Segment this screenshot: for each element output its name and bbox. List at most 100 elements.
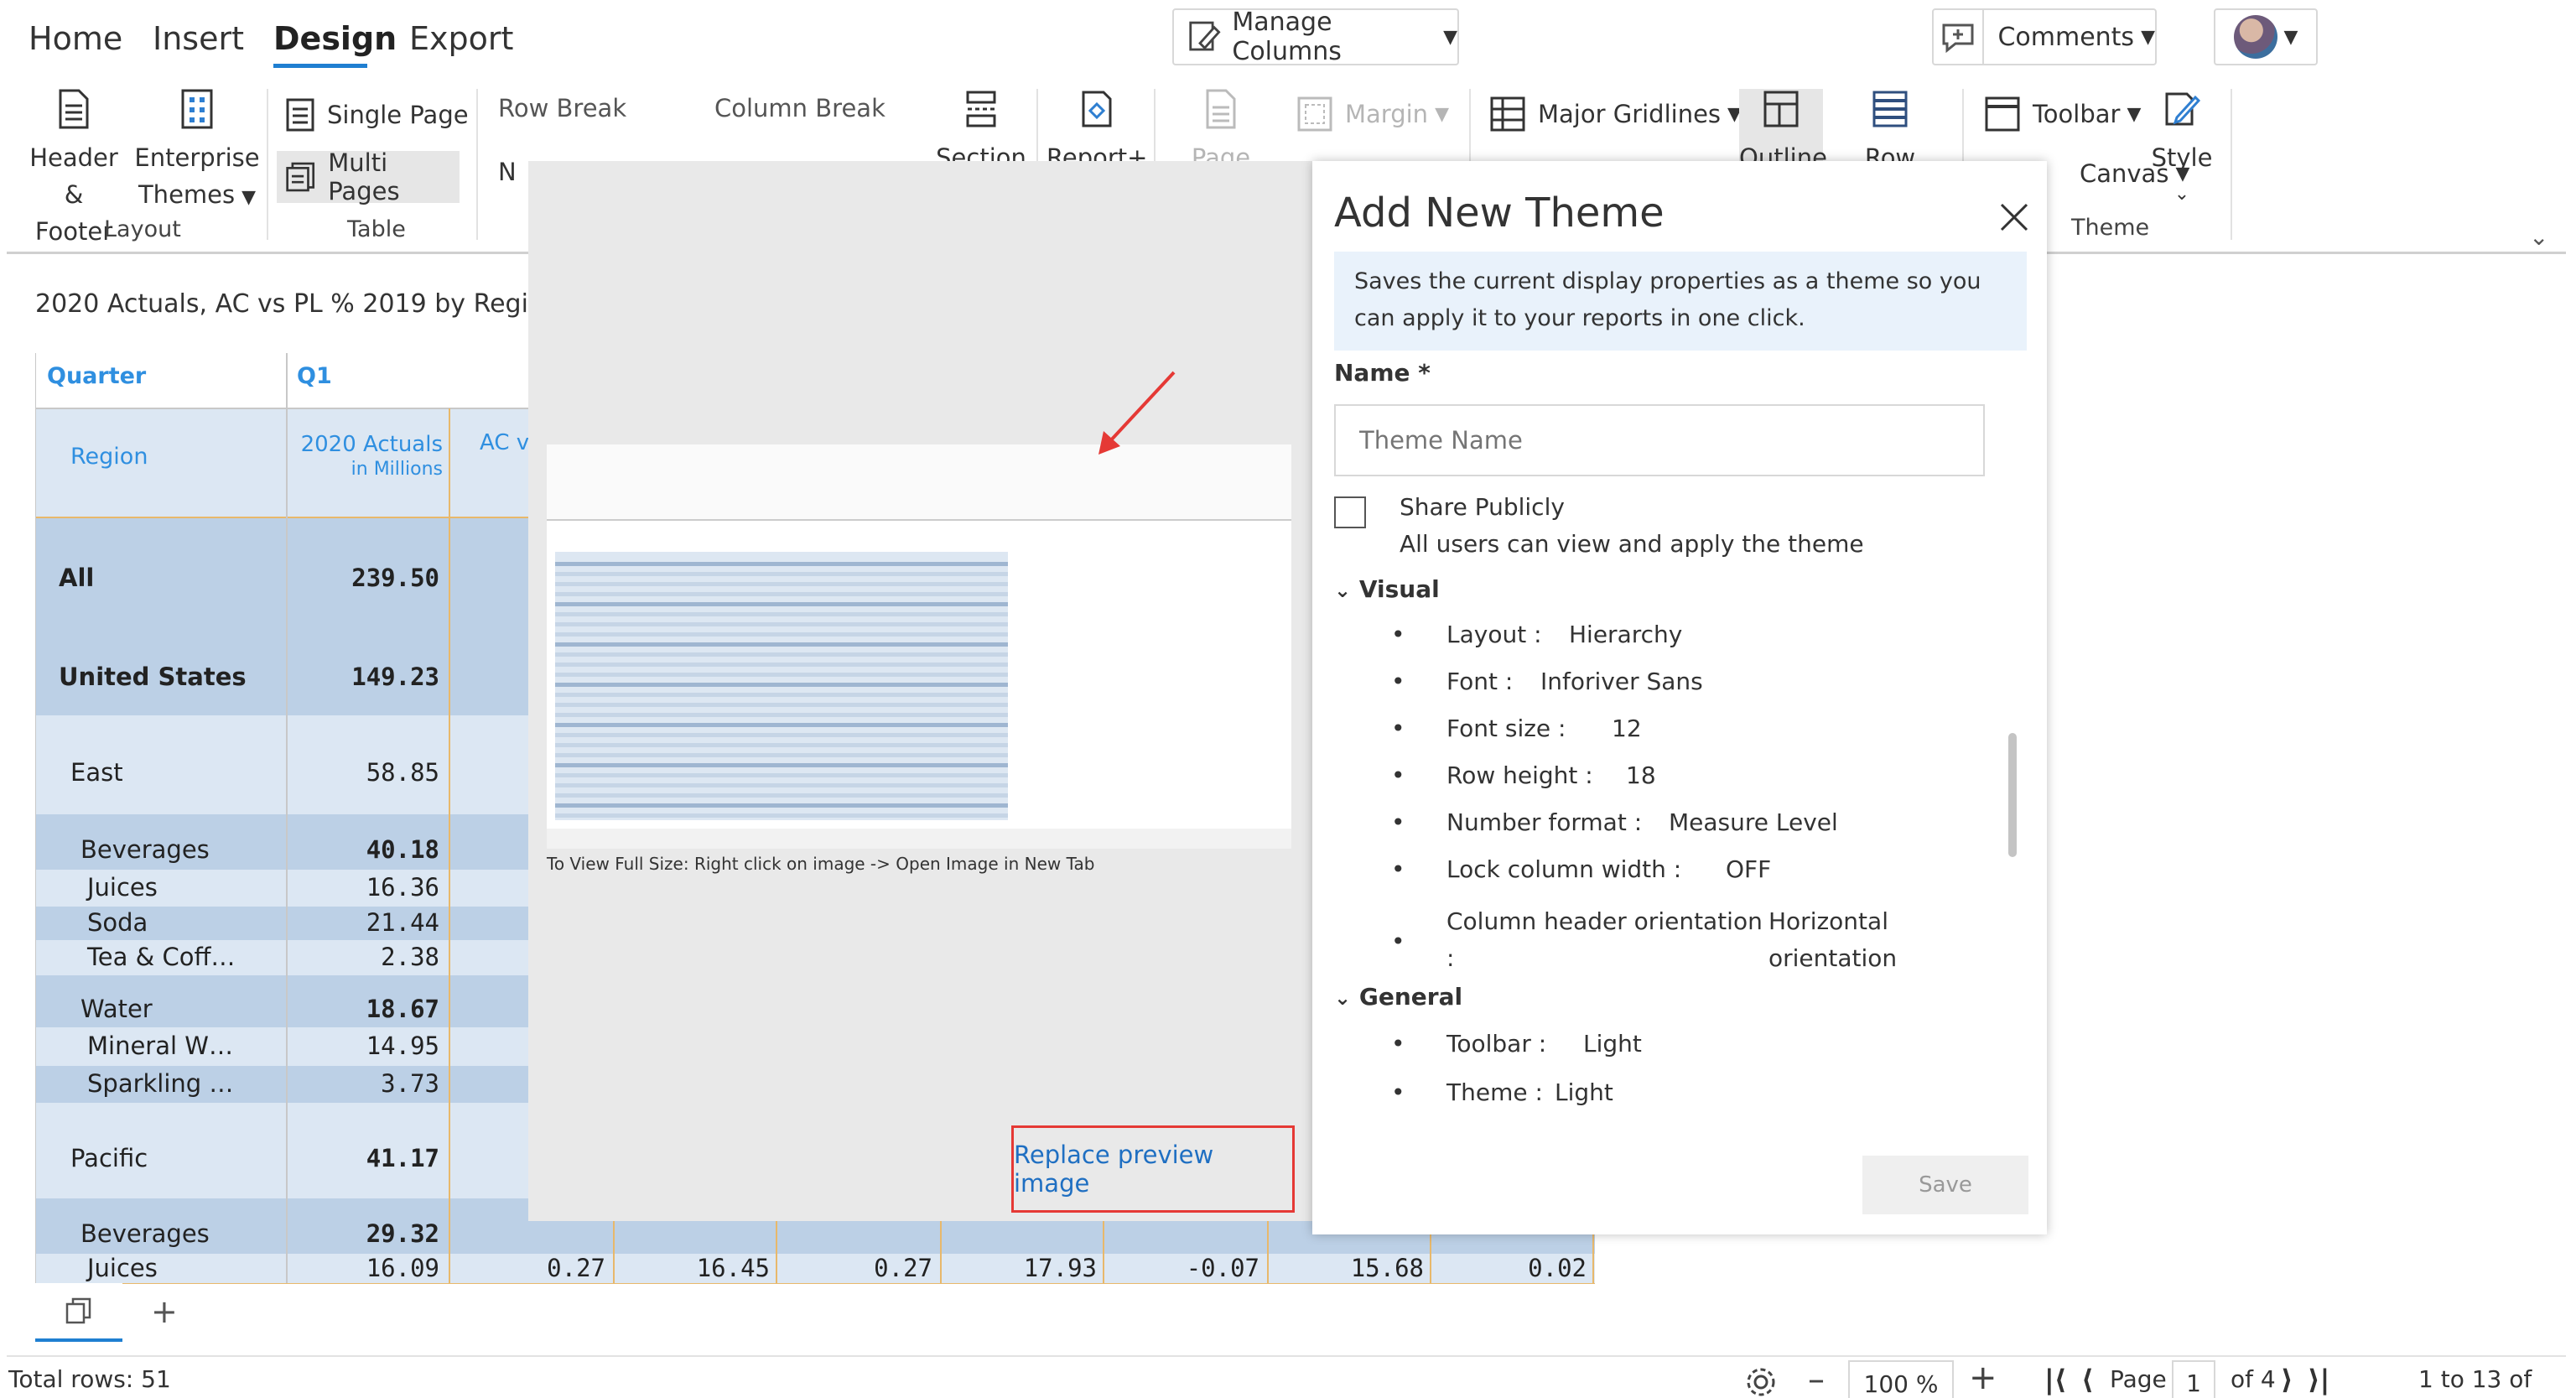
row-value[interactable]: 0.27 — [782, 1254, 932, 1282]
row-value[interactable]: 3.73 — [297, 1069, 439, 1098]
toolbar-button[interactable]: Toolbar ▼ — [1984, 96, 2141, 133]
comments-label: Comments — [1997, 22, 2135, 52]
user-menu-button[interactable]: ▼ — [2214, 8, 2318, 65]
row-value[interactable]: 16.36 — [297, 873, 439, 902]
row-value[interactable]: 18.67 — [297, 995, 439, 1023]
theme-name-input[interactable] — [1334, 404, 1985, 476]
ac-vs-header[interactable]: AC v — [480, 430, 529, 455]
theme-preview-area: To View Full Size: Right click on image … — [528, 161, 1312, 1221]
chevron-down-icon: ▼ — [242, 187, 257, 208]
first-page-icon[interactable]: |⟨ — [2044, 1364, 2066, 1395]
prop-value: Light — [1555, 1078, 1613, 1106]
top-menu-bar: Home Insert Design Export Manage Columns… — [0, 0, 2576, 75]
row-label[interactable]: All — [59, 564, 94, 592]
column-break-label: Column Break — [714, 94, 886, 122]
prop-key: Number format : — [1446, 808, 1643, 836]
chevron-down-icon: ⌄ — [1334, 986, 1352, 1010]
row-label[interactable]: Beverages — [80, 835, 210, 864]
row-value[interactable]: 16.45 — [619, 1254, 770, 1282]
style-icon — [2165, 92, 2201, 126]
row-label[interactable]: Beverages — [80, 1219, 210, 1248]
row-label[interactable]: United States — [59, 663, 247, 691]
row-value[interactable]: -0.07 — [1109, 1254, 1259, 1282]
page-number-input[interactable]: 1 — [2172, 1360, 2215, 1398]
zoom-out-icon[interactable]: – — [1808, 1360, 1825, 1398]
style-button[interactable]: Style ⌄ — [2140, 89, 2224, 213]
save-button[interactable]: Save — [1862, 1156, 2028, 1214]
row-label[interactable]: Pacific — [70, 1144, 148, 1172]
row-value[interactable]: 14.95 — [297, 1032, 439, 1060]
row-break-select[interactable]: N — [498, 151, 532, 193]
menu-insert[interactable]: Insert — [153, 20, 244, 57]
previous-page-icon[interactable]: ⟨ — [2081, 1364, 2094, 1395]
manage-columns-button[interactable]: Manage Columns ▼ — [1172, 8, 1459, 66]
preview-thumbnail[interactable] — [547, 444, 1291, 849]
margin-button[interactable]: Margin ▼ — [1296, 96, 1449, 133]
row-label[interactable]: East — [70, 758, 123, 787]
row-value[interactable]: 29.32 — [297, 1219, 439, 1248]
enterprise-label-1: Enterprise — [134, 143, 260, 172]
row-value[interactable]: 149.23 — [297, 663, 439, 691]
chevron-down-icon: ▼ — [2127, 103, 2142, 125]
thumbnail-row — [555, 572, 1008, 576]
scrollbar-thumb[interactable] — [2008, 733, 2017, 857]
row-label[interactable]: Tea & Coff… — [87, 943, 235, 971]
next-page-icon[interactable]: ⟩ — [2281, 1364, 2293, 1395]
visual-section-toggle[interactable]: ⌄ Visual — [1334, 575, 1440, 603]
thumbnail-row — [555, 703, 1008, 707]
row-value[interactable]: 239.50 — [297, 564, 439, 592]
row-label[interactable]: Juices — [87, 873, 158, 902]
row-value[interactable]: 21.44 — [297, 908, 439, 937]
replace-preview-image-button[interactable]: Replace preview image — [1011, 1125, 1295, 1213]
major-gridlines-button[interactable]: Major Gridlines ▼ — [1489, 96, 1742, 133]
menu-export[interactable]: Export — [409, 20, 513, 57]
thumbnail-row — [555, 743, 1008, 747]
row-value[interactable]: 41.17 — [297, 1144, 439, 1172]
share-publicly-checkbox[interactable] — [1334, 496, 1366, 528]
zoom-in-icon[interactable]: + — [1969, 1359, 1997, 1397]
region-header[interactable]: Region — [70, 444, 148, 470]
row-value[interactable]: 2.38 — [297, 943, 439, 971]
row-value[interactable]: 16.09 — [297, 1254, 439, 1282]
thumbnail-row — [555, 773, 1008, 777]
quarter-header[interactable]: Quarter — [47, 363, 146, 389]
prop-value: orientation — [1768, 944, 1898, 972]
actuals-header[interactable]: 2020 Actuals — [297, 432, 443, 457]
enterprise-themes-button[interactable]: Enterprise Themes ▼ — [134, 89, 260, 216]
row-label[interactable]: Water — [80, 995, 153, 1023]
row-value[interactable]: 58.85 — [297, 758, 439, 787]
manage-columns-label: Manage Columns — [1232, 8, 1342, 66]
enterprise-label-2: Themes — [138, 180, 236, 209]
row-label[interactable]: Juices — [87, 1254, 158, 1282]
row-label[interactable]: Sparkling … — [87, 1069, 233, 1098]
last-page-icon[interactable]: ⟩| — [2308, 1364, 2329, 1395]
close-icon[interactable] — [1998, 201, 2030, 233]
chevron-down-icon: ▼ — [1443, 26, 1457, 48]
row-label[interactable]: Mineral W… — [87, 1032, 233, 1060]
row-label[interactable]: Soda — [87, 908, 148, 937]
q1-header[interactable]: Q1 — [297, 363, 332, 389]
settings-gear-icon[interactable] — [1742, 1364, 1779, 1398]
general-section-label: General — [1358, 983, 1463, 1011]
menu-home[interactable]: Home — [29, 20, 122, 57]
row-value[interactable]: 40.18 — [297, 835, 439, 864]
comments-button[interactable]: Comments ▼ — [1932, 8, 2157, 65]
row-value[interactable]: 0.27 — [454, 1254, 605, 1282]
menu-design[interactable]: Design — [273, 20, 397, 57]
collapse-ribbon-icon[interactable]: ⌄ — [2529, 223, 2548, 251]
row-value[interactable]: 17.93 — [946, 1254, 1097, 1282]
multi-pages-button[interactable]: Multi Pages — [277, 148, 460, 205]
zoom-input[interactable]: 100 % — [1848, 1360, 1954, 1398]
general-section-toggle[interactable]: ⌄ General — [1334, 983, 1462, 1011]
thumbnail-row — [555, 733, 1008, 737]
add-page-icon[interactable]: + — [151, 1293, 178, 1330]
outline-button[interactable]: Outline — [1739, 89, 1827, 173]
toolbar-icon — [1985, 96, 2020, 132]
margin-icon — [1297, 96, 1332, 132]
single-page-button[interactable]: Single Page — [285, 92, 469, 138]
add-new-theme-dialog: Add New Theme Saves the current display … — [1312, 161, 2047, 1234]
chevron-down-icon: ▼ — [2141, 26, 2155, 48]
page-tab[interactable] — [35, 1283, 122, 1342]
header-footer-label-1: Header — [29, 143, 118, 172]
prop-key: Font : — [1446, 668, 1514, 695]
